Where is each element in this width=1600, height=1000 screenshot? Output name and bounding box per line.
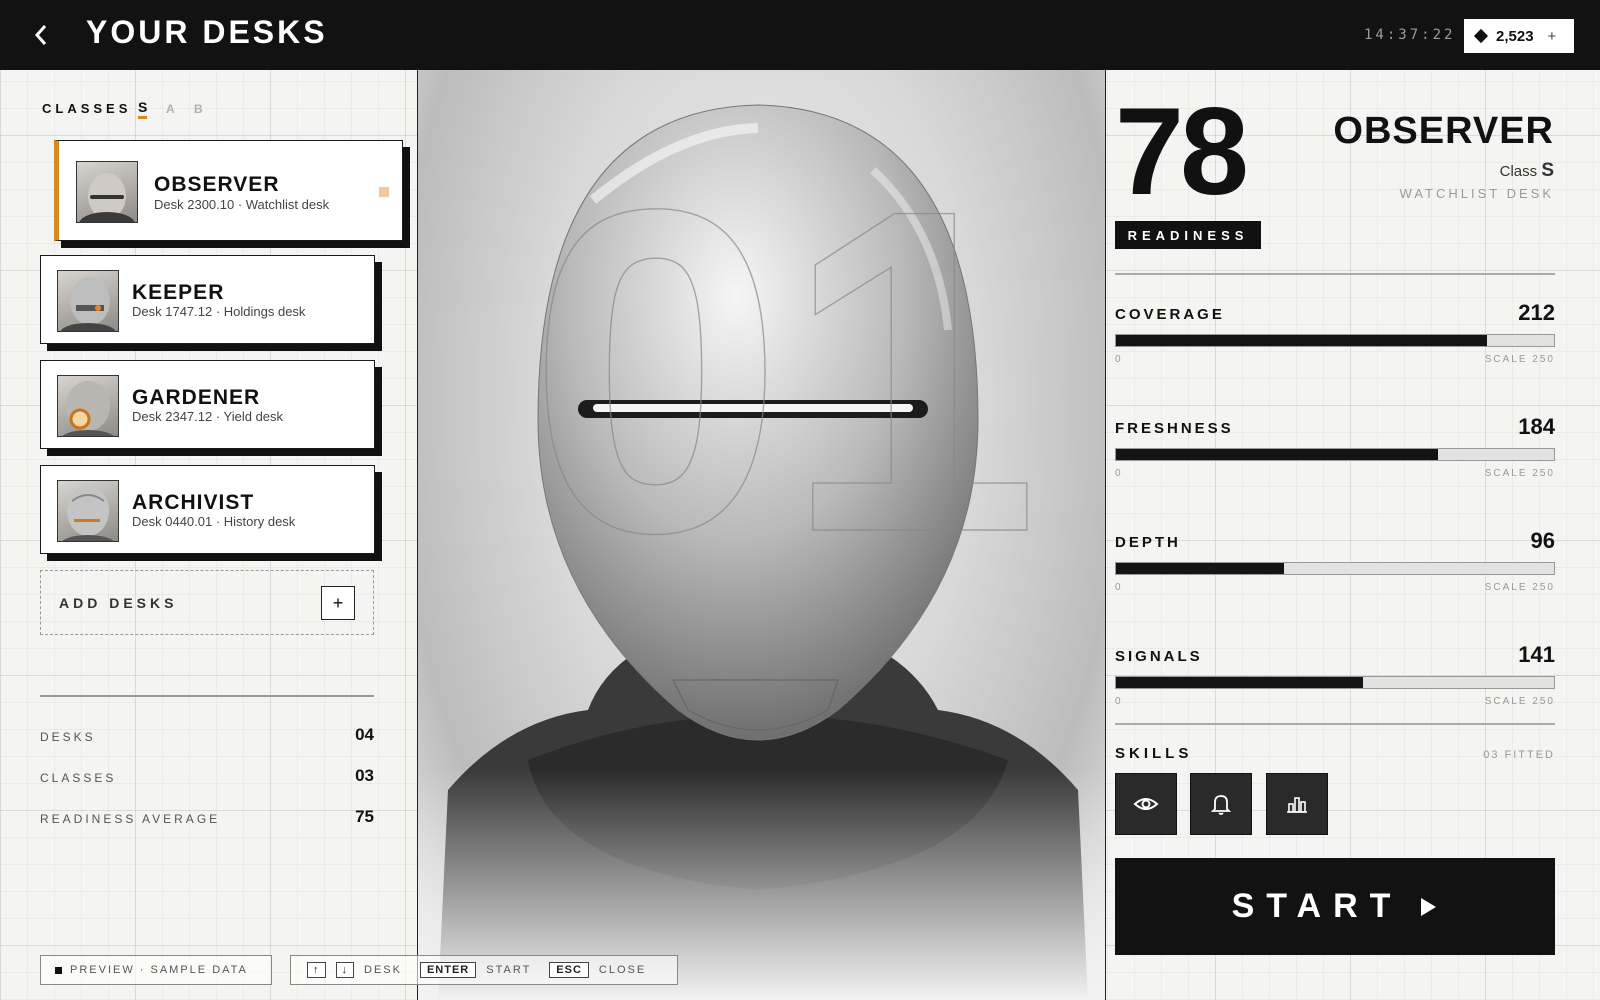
readiness-badge: READINESS <box>1115 221 1261 249</box>
skill-eye-button[interactable] <box>1115 773 1177 835</box>
square-icon <box>55 966 62 974</box>
bell-icon <box>1210 795 1232 815</box>
metric-label-depth: DEPTH <box>1115 534 1181 551</box>
class-tab-a[interactable]: A <box>166 102 175 116</box>
metric-bar-coverage <box>1115 334 1555 347</box>
start-button[interactable]: START <box>1115 858 1555 955</box>
stat-label-classes: CLASSES <box>40 771 117 785</box>
readiness-score: 78 <box>1115 83 1249 221</box>
clock: 14:37:22 <box>1364 27 1456 43</box>
desk-name: ARCHIVIST <box>132 491 255 514</box>
metric-value-coverage: 212 <box>1518 300 1555 325</box>
skills-count: 03 FITTED <box>1483 749 1555 761</box>
desk-subtitle: Desk 0440.01 · History desk <box>132 514 296 529</box>
credits-button[interactable]: 2,523 + <box>1464 19 1574 53</box>
add-desks-label: ADD DESKS <box>59 595 178 611</box>
stat-label-readiness-average: READINESS AVERAGE <box>40 812 221 826</box>
stat-value-desks: 04 <box>355 725 374 744</box>
desk-hint: DESK <box>364 964 402 976</box>
skill-chart-button[interactable] <box>1266 773 1328 835</box>
helmet-illustration: 01 <box>418 104 1105 1000</box>
metric-bar-signals <box>1115 676 1555 689</box>
class-value: S <box>1541 160 1554 181</box>
hero-portrait: 01 <box>418 70 1106 1000</box>
page-title: YOUR DESKS <box>86 14 328 50</box>
stats-divider <box>40 695 374 697</box>
desk-detail-class: Class S <box>1500 160 1554 182</box>
metric-min-label: 0 <box>1115 696 1121 707</box>
metric-bar-fill <box>1116 335 1488 346</box>
metric-min-label: 0 <box>1115 468 1121 479</box>
metric-bar-fill <box>1116 449 1439 460</box>
diamond-icon <box>1473 28 1489 44</box>
metric-bar-depth <box>1115 562 1555 575</box>
play-icon <box>1421 897 1437 916</box>
desk-name: KEEPER <box>132 281 225 304</box>
back-button[interactable] <box>26 20 56 50</box>
preview-badge: PREVIEW · SAMPLE DATA <box>40 955 272 985</box>
stat-label-desks: DESKS <box>40 730 96 744</box>
plus-icon: + <box>1547 27 1557 45</box>
metric-scale-label: SCALE 250 <box>1484 696 1555 707</box>
desk-avatar <box>57 480 119 542</box>
metric-scale-label: SCALE 250 <box>1484 468 1555 479</box>
desk-avatar <box>76 161 138 223</box>
desk-name: OBSERVER <box>154 173 280 196</box>
metric-bar-fill <box>1116 677 1364 688</box>
watermark-number: 01 <box>528 115 1040 628</box>
plus-icon: + <box>321 586 355 620</box>
metric-value-depth: 96 <box>1530 528 1555 553</box>
desk-name: GARDENER <box>132 386 261 409</box>
start-label: START <box>1231 887 1403 925</box>
detail-divider <box>1115 273 1555 275</box>
keyboard-hints: ↑ ↓ DESK ENTER START ESC CLOSE <box>290 955 678 985</box>
stat-value-readiness-average: 75 <box>355 807 374 826</box>
metric-value-freshness: 184 <box>1518 414 1555 439</box>
credits-amount: 2,523 <box>1496 27 1534 45</box>
skills-divider <box>1115 723 1555 725</box>
class-prefix: Class <box>1499 163 1538 180</box>
desk-subtitle: Desk 2347.12 · Yield desk <box>132 409 284 424</box>
arrow-up-icon: ↑ <box>307 962 326 978</box>
metric-label-signals: SIGNALS <box>1115 648 1203 665</box>
add-desks-button[interactable]: ADD DESKS + <box>40 570 374 635</box>
desk-card-keeper[interactable]: KEEPER Desk 1747.12 · Holdings desk <box>40 255 375 344</box>
metric-bar-fill <box>1116 563 1285 574</box>
desk-card-gardener[interactable]: GARDENER Desk 2347.12 · Yield desk <box>40 360 375 449</box>
skill-bell-button[interactable] <box>1190 773 1252 835</box>
eye-icon <box>1133 798 1159 810</box>
stat-value-classes: 03 <box>355 766 374 785</box>
desk-subtitle: Desk 2300.10 · Watchlist desk <box>154 197 330 212</box>
desk-subtitle: Desk 1747.12 · Holdings desk <box>132 304 306 319</box>
enter-key: ENTER <box>419 962 477 978</box>
selected-marker <box>379 187 389 197</box>
top-bar: YOUR DESKS 14:37:22 2,523 + <box>0 0 1600 70</box>
class-tab-s[interactable]: S <box>138 99 148 119</box>
metric-bar-freshness <box>1115 448 1555 461</box>
enter-hint: START <box>486 964 532 976</box>
esc-hint: CLOSE <box>598 964 647 976</box>
metric-value-signals: 141 <box>1518 642 1555 667</box>
preview-label: PREVIEW · SAMPLE DATA <box>70 964 248 976</box>
desk-avatar <box>57 270 119 332</box>
metric-min-label: 0 <box>1115 582 1121 593</box>
metric-label-freshness: FRESHNESS <box>1115 420 1234 437</box>
bar-chart-icon <box>1287 797 1307 813</box>
classes-label: CLASSES <box>42 101 132 116</box>
metric-scale-label: SCALE 250 <box>1484 354 1555 365</box>
desk-detail-type: WATCHLIST DESK <box>1399 186 1554 201</box>
desk-card-observer[interactable]: OBSERVER Desk 2300.10 · Watchlist desk <box>54 140 403 241</box>
arrow-down-icon: ↓ <box>335 962 354 978</box>
desk-avatar <box>57 375 119 437</box>
metric-label-coverage: COVERAGE <box>1115 306 1225 323</box>
skills-label: SKILLS <box>1115 745 1193 762</box>
esc-key: ESC <box>549 962 589 978</box>
metric-min-label: 0 <box>1115 354 1121 365</box>
metric-scale-label: SCALE 250 <box>1484 582 1555 593</box>
class-tab-b[interactable]: B <box>194 102 203 116</box>
chevron-left-icon <box>34 25 47 45</box>
desk-card-archivist[interactable]: ARCHIVIST Desk 0440.01 · History desk <box>40 465 375 554</box>
desk-detail-name: OBSERVER <box>1333 110 1554 152</box>
